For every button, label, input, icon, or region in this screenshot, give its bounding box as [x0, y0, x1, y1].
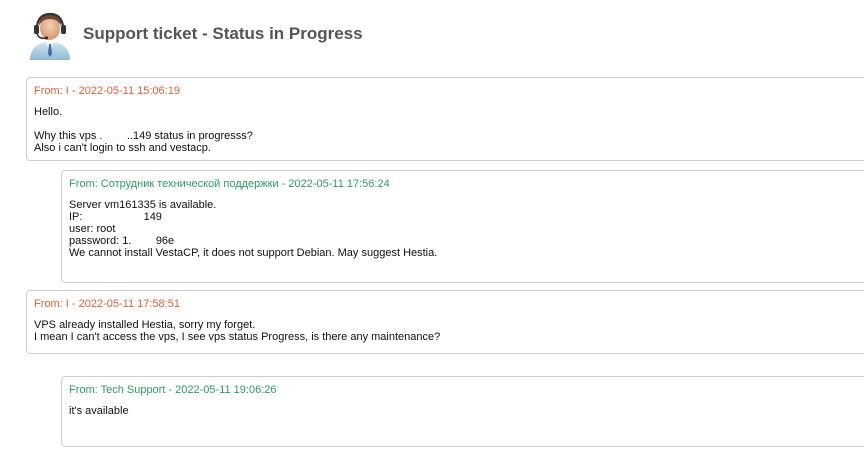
message-line: user: root	[69, 223, 116, 235]
message-line: VPS already installed Hestia, sorry my f…	[34, 319, 256, 331]
ticket-header: Support ticket - Status in Progress	[0, 0, 864, 70]
ticket-message-staff: From: Сотрудник технической поддержки - …	[61, 170, 864, 283]
support-agent-icon	[24, 8, 76, 60]
message-meta: From: Сотрудник технической поддержки - …	[69, 178, 390, 190]
message-line: We cannot install VestaCP, it does not s…	[69, 247, 438, 259]
message-line: IP: 149	[69, 211, 162, 223]
message-line	[34, 118, 857, 130]
page-title: Support ticket - Status in Progress	[83, 24, 363, 43]
message-line: Also i can't login to ssh and vestacp.	[34, 142, 211, 154]
message-line: password: 1. 96e	[69, 235, 175, 247]
message-line: I mean I can't access the vps, I see vps…	[34, 331, 441, 343]
message-line: Why this vps . ..149 status in progresss…	[34, 130, 253, 142]
message-line: Server vm161335 is available.	[69, 199, 217, 211]
ticket-message-client: From: I - 2022-05-11 17:58:51 VPS alread…	[26, 290, 864, 354]
support-ticket-page: Support ticket - Status in Progress From…	[0, 0, 864, 473]
ticket-message-client: From: I - 2022-05-11 15:06:19 Hello. Why…	[26, 77, 864, 161]
message-meta: From: I - 2022-05-11 15:06:19	[34, 85, 180, 97]
message-line: it's available	[69, 405, 129, 417]
message-meta: From: Tech Support - 2022-05-11 19:06:26	[69, 384, 277, 396]
ticket-message-staff: From: Tech Support - 2022-05-11 19:06:26…	[61, 376, 864, 447]
message-meta: From: I - 2022-05-11 17:58:51	[34, 298, 180, 310]
message-line: Hello.	[34, 106, 63, 118]
